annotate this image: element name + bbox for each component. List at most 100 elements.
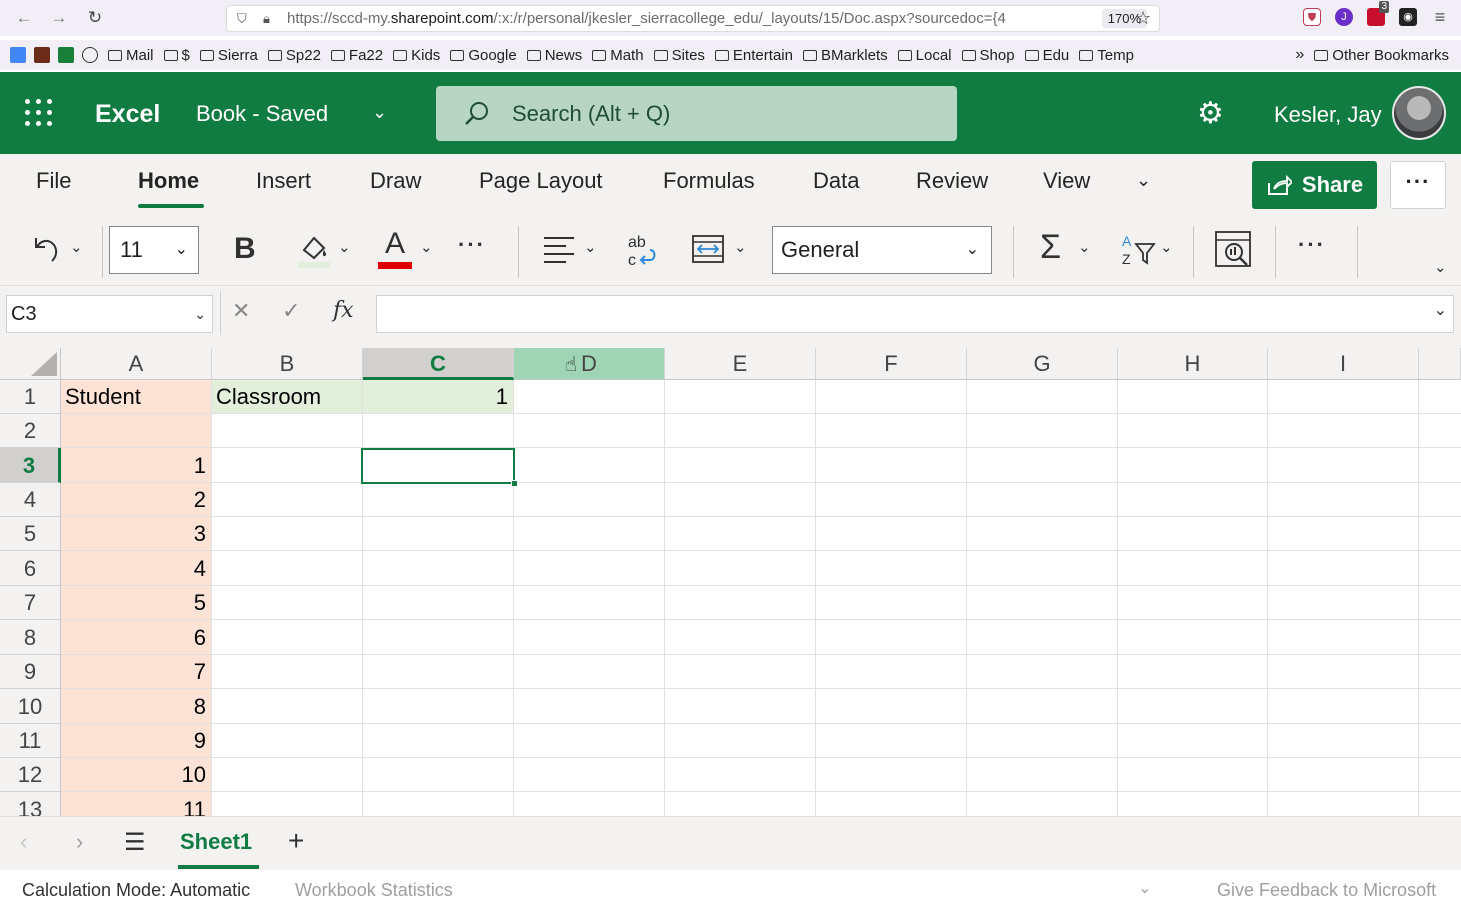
chevron-down-icon[interactable]: ⌄ [372,102,387,123]
bold-button[interactable]: B [234,232,256,266]
bookmark-folder[interactable]: Sites [653,47,705,64]
formula-input[interactable]: ⌄ [376,295,1454,333]
cell-c1[interactable]: 1 [363,380,508,414]
tab-draw[interactable]: Draw [370,168,421,194]
bookmark-folder[interactable]: $ [163,47,190,64]
bookmark-folder[interactable]: Math [592,47,644,64]
column-header-partial[interactable] [1419,348,1461,380]
bookmark-folder[interactable]: Shop [961,47,1015,64]
row-header-5[interactable]: 5 [0,517,61,551]
cell-a9[interactable]: 7 [61,655,206,689]
extension-badge-icon[interactable]: 3 [1367,1,1389,26]
bookmark-folder[interactable]: Entertain [714,47,793,64]
row-header-10[interactable]: 10 [0,689,61,724]
tab-file[interactable]: File [36,168,71,194]
calendar-icon[interactable] [10,47,26,63]
align-chevron-icon[interactable]: ⌄ [584,238,597,256]
bookmark-folder[interactable]: Kids [393,47,440,64]
row-header-1[interactable]: 1 [0,380,61,414]
wa-icon[interactable] [34,47,50,63]
spreadsheet-grid[interactable]: ABCDEFGHI 1 2 3 4 5 6 7 8 9 10 11 12 13 Student Class… [0,348,1461,816]
fill-handle[interactable] [511,480,518,487]
tab-page-layout[interactable]: Page Layout [479,168,603,194]
avatar[interactable] [1392,86,1446,140]
bookmark-folder[interactable]: Temp [1079,47,1134,64]
bookmark-folder[interactable]: Sierra [199,47,258,64]
cell-a6[interactable]: 4 [61,551,206,586]
bookmark-folder[interactable]: Sp22 [267,47,321,64]
font-color-chevron-icon[interactable]: ⌄ [420,238,433,256]
cell-a7[interactable]: 5 [61,586,206,620]
bookmark-star-icon[interactable]: ☆ [1135,8,1151,29]
more-options-button[interactable]: ··· [1390,161,1446,209]
active-cell-c3[interactable] [361,448,515,484]
fill-color-icon[interactable] [296,230,332,275]
calculation-mode[interactable]: Calculation Mode: Automatic [22,880,250,901]
row-header-4[interactable]: 4 [0,483,61,517]
row-header-9[interactable]: 9 [0,655,61,689]
font-size-select[interactable]: 11 ⌄ [109,226,199,274]
user-name[interactable]: Kesler, Jay [1274,102,1382,128]
column-header-c[interactable]: C [363,348,514,380]
row-header-7[interactable]: 7 [0,586,61,620]
column-header-f[interactable]: F [816,348,967,380]
name-box[interactable]: C3 ⌄ [6,295,213,333]
expand-formula-chevron-icon[interactable]: ⌄ [1434,300,1447,320]
font-color-icon[interactable]: A [378,228,412,269]
bookmark-folder[interactable]: Mail [108,47,154,64]
row-header-3[interactable]: 3 [0,448,61,483]
tab-data[interactable]: Data [813,168,859,194]
cell-b1[interactable]: Classroom [216,380,321,414]
cell-a10[interactable]: 8 [61,689,206,724]
row-header-13[interactable]: 13 [0,792,61,816]
column-header-h[interactable]: H [1118,348,1268,380]
align-icon[interactable] [542,234,576,271]
number-format-select[interactable]: General ⌄ [772,226,992,274]
gear-icon[interactable]: ⚙ [1197,96,1224,131]
bookmark-folder[interactable]: Fa22 [330,47,383,64]
undo-icon[interactable] [30,230,62,271]
pocket-icon[interactable]: ⛊ [1303,8,1321,26]
merge-chevron-icon[interactable]: ⌄ [734,238,747,256]
bookmark-folder[interactable]: Edu [1024,47,1069,64]
sheets-icon[interactable] [58,47,74,63]
tab-home[interactable]: Home [138,168,199,194]
forward-icon[interactable]: → [49,8,69,28]
autosum-icon[interactable]: Σ [1040,228,1061,267]
cell-a11[interactable]: 9 [61,724,206,758]
next-sheet-icon[interactable]: › [76,829,83,855]
cell-a4[interactable]: 2 [61,483,206,517]
cell-a3[interactable]: 1 [61,448,206,483]
app-launcher-icon[interactable] [25,99,53,127]
font-more-icon[interactable]: ··· [458,232,486,258]
cell-a13[interactable]: 11 [61,792,206,816]
search-box[interactable]: Search (Alt + Q) [436,86,957,141]
undo-dropdown-chevron-icon[interactable]: ⌄ [70,238,83,256]
ribbon-expand-chevron-icon[interactable]: ⌄ [1434,258,1447,276]
cancel-icon[interactable]: ✕ [232,298,250,324]
column-header-b[interactable]: B [212,348,363,380]
row-header-12[interactable]: 12 [0,758,61,792]
reload-icon[interactable]: ↻ [85,8,105,28]
column-header-a[interactable]: A [61,348,212,380]
profile-j-icon[interactable]: J [1335,8,1353,26]
cell-a1[interactable]: Student [65,380,141,414]
sheet-tab-sheet1[interactable]: Sheet1 [180,829,252,855]
toolbar-more-icon[interactable]: ··· [1298,232,1326,258]
globe-icon[interactable] [82,47,98,63]
url-text[interactable]: https://sccd-my.sharepoint.com/:x:/r/per… [287,10,1102,27]
merge-cells-icon[interactable] [692,234,724,269]
row-header-6[interactable]: 6 [0,551,61,586]
tab-formulas[interactable]: Formulas [663,168,755,194]
column-header-e[interactable]: E [665,348,816,380]
other-bookmarks[interactable]: Other Bookmarks [1314,47,1449,64]
address-bar[interactable]: ⛉ 🔒︎ https://sccd-my.sharepoint.com/:x:/… [226,5,1160,32]
menu-icon[interactable]: ≡ [1431,8,1449,26]
prev-sheet-icon[interactable]: ‹ [20,829,27,855]
tab-review[interactable]: Review [916,168,988,194]
tab-insert[interactable]: Insert [256,168,311,194]
column-header-i[interactable]: I [1268,348,1419,380]
cell-a5[interactable]: 3 [61,517,206,551]
cell-a8[interactable]: 6 [61,620,206,655]
enter-check-icon[interactable]: ✓ [282,298,300,324]
